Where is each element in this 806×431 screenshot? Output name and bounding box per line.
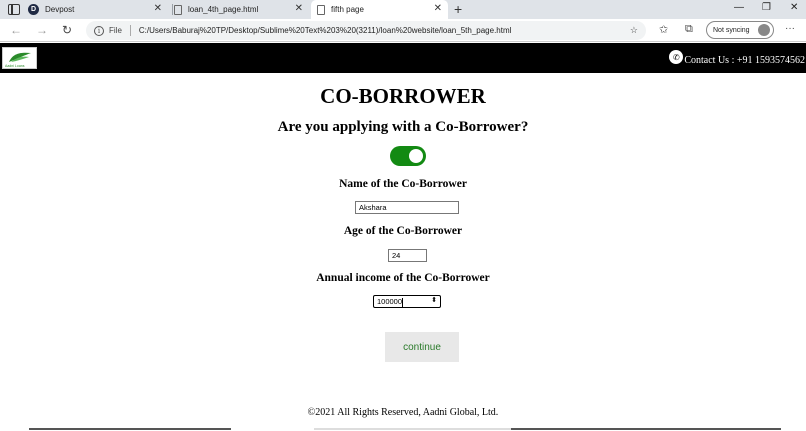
co-borrower-toggle[interactable]	[390, 146, 426, 166]
profile-label: Not syncing	[713, 26, 750, 34]
browser-toolbar: ← → ↻ i File C:/Users/Baburaj%20TP/Deskt…	[0, 19, 806, 42]
info-icon[interactable]: i	[94, 25, 104, 36]
refresh-icon[interactable]: ↻	[62, 23, 72, 37]
tab-title: loan_4th_page.html	[188, 5, 259, 14]
tab-separator	[172, 4, 173, 15]
favorites-icon[interactable]: ✩	[659, 23, 668, 36]
close-tab-icon[interactable]: ✕	[295, 4, 303, 14]
avatar	[758, 24, 770, 36]
add-favorite-icon[interactable]: ☆	[630, 25, 638, 36]
scroll-segment	[511, 428, 781, 430]
forward-icon[interactable]: →	[36, 23, 48, 37]
scheme-label: File	[109, 26, 122, 35]
tab-actions-icon[interactable]	[8, 4, 20, 15]
close-tab-icon[interactable]: ✕	[154, 4, 162, 14]
url-separator	[129, 25, 131, 36]
site-logo[interactable]: Aadni Loans	[2, 47, 37, 69]
toggle-knob	[409, 149, 423, 163]
tab-title: Devpost	[45, 5, 75, 14]
new-tab-icon[interactable]: +	[454, 1, 462, 17]
address-bar[interactable]: i File C:/Users/Baburaj%20TP/Desktop/Sub…	[86, 21, 646, 40]
devpost-favicon-icon: D	[28, 4, 39, 15]
tab-fifth-page[interactable]: fifth page ✕	[311, 0, 448, 19]
footer-text: ©2021 All Rights Reserved, Aadni Global,…	[307, 407, 499, 418]
tab-strip: D Devpost ✕ loan_4th_page.html ✕ fifth p…	[0, 0, 806, 19]
number-spinner-icon[interactable]: ⬍	[431, 296, 437, 306]
scroll-segment	[29, 428, 231, 430]
tab-devpost[interactable]: D Devpost ✕	[28, 0, 168, 19]
page-title: CO-BORROWER	[320, 84, 486, 108]
phone-icon: ✆	[669, 50, 684, 64]
site-header: Aadni Loans ✆ Contact Us : +91 159357456…	[0, 43, 806, 73]
income-value: 100000	[377, 297, 403, 306]
file-icon	[174, 4, 182, 15]
contact-info: ✆ Contact Us : +91 1593574562	[669, 50, 805, 67]
age-label: Age of the Co-Borrower	[343, 225, 463, 237]
close-window-icon[interactable]: ✕	[790, 2, 798, 13]
more-options-icon[interactable]: ···	[785, 23, 795, 34]
contact-text: Contact Us : +91 1593574562	[684, 54, 805, 66]
tab-loan-4th-page[interactable]: loan_4th_page.html ✕	[174, 0, 309, 19]
url-text: C:/Users/Baburaj%20TP/Desktop/Sublime%20…	[138, 26, 512, 35]
tab-title: fifth page	[331, 5, 364, 14]
profile-button[interactable]: Not syncing	[706, 21, 774, 39]
file-icon	[317, 4, 325, 15]
logo-text: Aadni Loans	[5, 64, 25, 68]
name-label: Name of the Co-Borrower	[339, 178, 467, 190]
minimize-icon[interactable]: —	[734, 2, 744, 13]
leaf-logo-icon	[9, 52, 31, 62]
close-tab-icon[interactable]: ✕	[434, 4, 442, 14]
income-field[interactable]: 100000 ⬍	[373, 295, 441, 308]
back-icon[interactable]: ←	[10, 23, 22, 37]
income-label: Annual income of the Co-Borrower	[316, 272, 490, 284]
restore-icon[interactable]: ❐	[762, 2, 771, 13]
name-field[interactable]: Akshara	[355, 201, 459, 214]
continue-button[interactable]: continue	[385, 332, 459, 362]
collections-icon[interactable]: ⧉	[685, 23, 693, 36]
text-cursor	[402, 297, 404, 307]
age-field[interactable]: 24	[388, 249, 427, 262]
scroll-segment	[314, 428, 511, 430]
co-borrower-question: Are you applying with a Co-Borrower?	[277, 119, 529, 135]
